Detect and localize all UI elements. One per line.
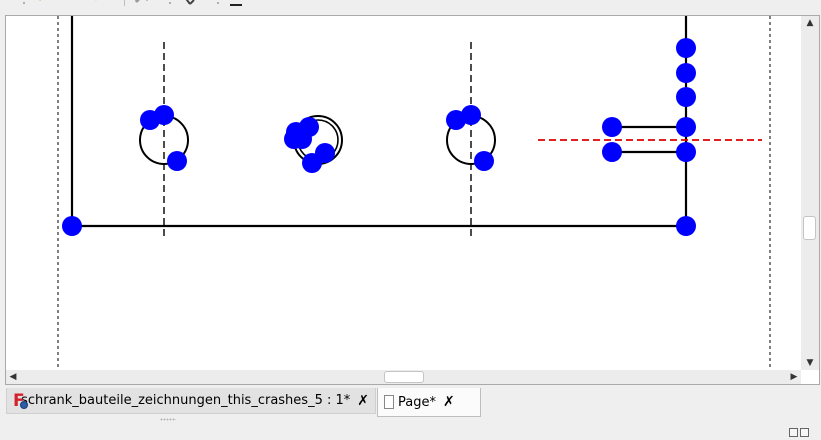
vertex-handle[interactable] (676, 38, 696, 58)
toolbar-grip[interactable] (22, 0, 26, 5)
panel-resize-grip[interactable] (160, 418, 176, 421)
vertex-handle[interactable] (62, 216, 82, 236)
window-corner-buttons (789, 428, 809, 437)
tab-label: Page* (398, 394, 436, 410)
horizontal-scroll-thumb[interactable] (384, 371, 424, 383)
tab-page[interactable]: Page* ✗ (377, 388, 481, 417)
vertex-handle[interactable] (602, 142, 622, 162)
vertex-handle[interactable] (461, 105, 481, 125)
vertex-handle[interactable] (676, 142, 696, 162)
vertical-scrollbar[interactable]: ▲ ▼ (801, 16, 819, 370)
vertex-handle[interactable] (676, 117, 696, 137)
vertex-handle[interactable] (302, 153, 322, 173)
toolbar-grip[interactable] (216, 0, 220, 5)
scroll-up-icon[interactable]: ▲ (801, 16, 819, 30)
menu-icon[interactable] (228, 0, 244, 8)
horizontal-scrollbar[interactable]: ◀ ▶ (6, 370, 801, 384)
float-window-icon[interactable] (789, 428, 798, 437)
vertex-handle[interactable] (154, 105, 174, 125)
undo-icon[interactable] (36, 0, 52, 6)
page-icon (384, 395, 394, 409)
refresh-icon[interactable] (134, 0, 150, 6)
vertex-handle[interactable] (676, 216, 696, 236)
scroll-right-icon[interactable]: ▶ (787, 370, 801, 384)
vertical-scroll-thumb[interactable] (803, 216, 816, 240)
drawing-svg (57, 16, 771, 370)
document-tab-bar: F schrank_bauteile_zeichnungen_this_cras… (0, 386, 821, 420)
vertex-handle[interactable] (676, 63, 696, 83)
vertex-handle[interactable] (167, 151, 187, 171)
redo-icon[interactable] (84, 0, 100, 6)
vertex-handle[interactable] (292, 129, 312, 149)
tab-label: schrank_bauteile_zeichnungen_this_crashe… (21, 393, 351, 408)
close-window-icon[interactable] (800, 428, 809, 437)
vertex-handle[interactable] (474, 151, 494, 171)
close-icon[interactable]: ✗ (443, 394, 455, 410)
vertex-handles[interactable] (62, 38, 696, 236)
scroll-down-icon[interactable]: ▼ (801, 356, 819, 370)
freecad-document-icon: F (13, 392, 28, 410)
toolbar (0, 0, 821, 8)
close-icon[interactable]: ✗ (357, 393, 369, 409)
scroll-left-icon[interactable]: ◀ (6, 370, 20, 384)
toolbar-grip[interactable] (168, 0, 172, 5)
vertex-handle[interactable] (602, 117, 622, 137)
vertex-handle[interactable] (676, 87, 696, 107)
selection-tool-icon[interactable] (180, 0, 196, 6)
toolbar-separator (124, 0, 125, 6)
drawing-canvas[interactable] (6, 16, 801, 370)
tab-document[interactable]: F schrank_bauteile_zeichnungen_this_cras… (6, 388, 376, 414)
